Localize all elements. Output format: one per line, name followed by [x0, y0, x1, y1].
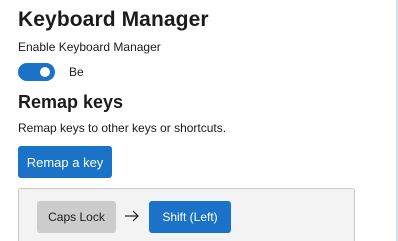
- remap-a-key-button[interactable]: Remap a key: [18, 146, 112, 178]
- source-key-chip: Caps Lock: [37, 201, 116, 233]
- remap-keys-description: Remap keys to other keys or shortcuts.: [18, 121, 227, 135]
- page-title: Keyboard Manager: [18, 8, 209, 31]
- keyboard-manager-page: Keyboard Manager Enable Keyboard Manager…: [0, 0, 398, 241]
- arrow-right-icon: [125, 210, 139, 222]
- enable-keyboard-manager-toggle[interactable]: [18, 63, 55, 81]
- toggle-state-text: Be: [69, 65, 84, 79]
- target-key-chip: Shift (Left): [149, 201, 231, 233]
- key-mapping-panel: Caps Lock Shift (Left): [18, 188, 355, 241]
- remap-keys-heading: Remap keys: [18, 92, 124, 112]
- enable-toggle-row: Be: [18, 62, 84, 82]
- toggle-knob: [40, 67, 50, 77]
- enable-keyboard-manager-label: Enable Keyboard Manager: [18, 40, 161, 54]
